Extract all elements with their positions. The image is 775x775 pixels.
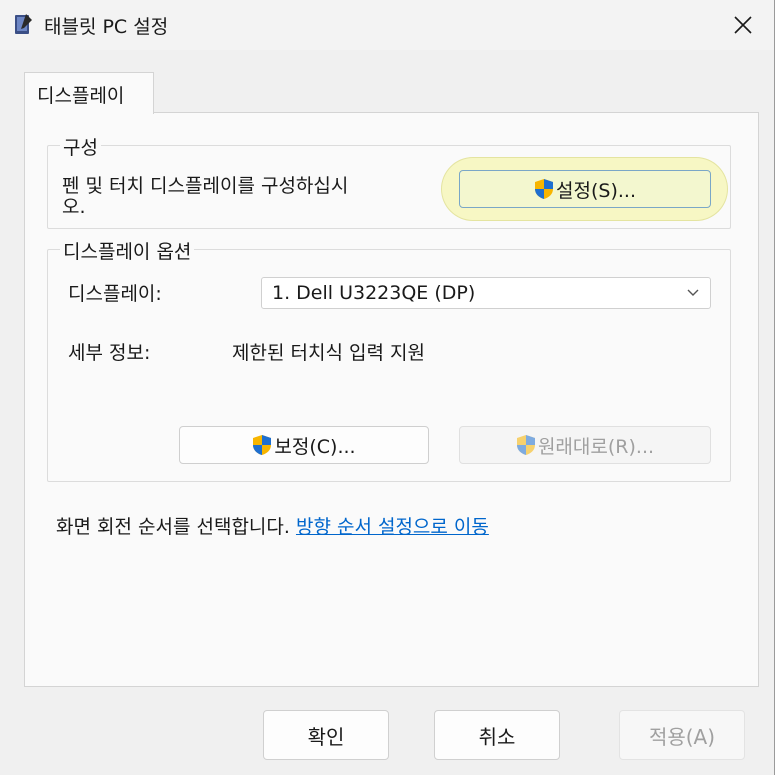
uac-shield-icon [535, 179, 554, 199]
ok-button[interactable]: 확인 [263, 710, 389, 760]
rotation-row: 화면 회전 순서를 선택합니다. 방향 순서 설정으로 이동 [56, 512, 489, 539]
configure-description-line1: 펜 및 터치 디스플레이를 구성하십시 [62, 175, 349, 197]
configure-group-label: 구성 [60, 133, 101, 160]
apply-button[interactable]: 적용(A) [619, 710, 745, 760]
tab-display[interactable]: 디스플레이 [24, 72, 154, 114]
setup-button-label: 설정(S)... [556, 179, 636, 202]
display-options-group-label: 디스플레이 옵션 [60, 237, 195, 264]
display-label: 디스플레이: [68, 283, 162, 305]
chevron-down-icon [687, 289, 699, 296]
uac-shield-icon [516, 435, 535, 455]
tablet-pc-icon [15, 14, 32, 34]
display-select[interactable]: 1. Dell U3223QE (DP) [261, 277, 711, 309]
reset-button[interactable]: 원래대로(R)... [459, 426, 711, 464]
rotation-text: 화면 회전 순서를 선택합니다. [56, 516, 290, 538]
cancel-button[interactable]: 취소 [434, 710, 560, 760]
configure-description-line2: 오. [62, 196, 86, 218]
close-icon [734, 16, 752, 34]
tablet-pc-settings-dialog: 태블릿 PC 설정 디스플레이 구성 펜 및 터치 디스플레이를 구성하십시 오… [0, 0, 775, 775]
reset-button-label: 원래대로(R)... [537, 435, 655, 458]
calibrate-button[interactable]: 보정(C)... [179, 426, 429, 464]
title-bar: 태블릿 PC 설정 [0, 0, 774, 50]
setup-button[interactable]: 설정(S)... [459, 170, 711, 208]
details-label: 세부 정보: [68, 342, 151, 364]
display-select-value: 1. Dell U3223QE (DP) [272, 282, 476, 304]
uac-shield-icon [253, 435, 272, 455]
details-value: 제한된 터치식 입력 지원 [232, 342, 425, 364]
window-title: 태블릿 PC 설정 [44, 16, 169, 38]
calibrate-button-label: 보정(C)... [274, 435, 356, 458]
orientation-settings-link[interactable]: 방향 순서 설정으로 이동 [296, 516, 489, 538]
close-button[interactable] [712, 0, 774, 50]
